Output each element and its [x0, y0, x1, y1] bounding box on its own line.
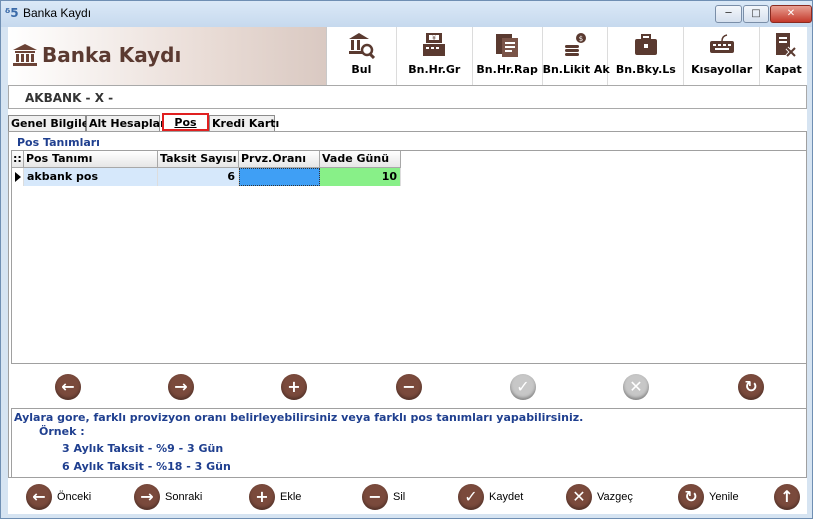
row-indicator — [12, 168, 24, 186]
info-line-2: Örnek : — [39, 425, 85, 438]
title-bar[interactable]: ᵟ5 Banka Kaydı ─ □ ✕ — [1, 1, 812, 27]
info-box: Aylara gore, farklı provizyon oranı beli… — [11, 408, 807, 478]
cell-pos-tanimi[interactable]: akbank pos — [24, 168, 158, 186]
bn-bky-ls-button[interactable]: Bn.Bky.Ls — [608, 27, 685, 85]
pos-panel: Pos Tanımları :: Pos Tanımı Taksit Sayıs… — [8, 131, 807, 514]
briefcase-icon — [634, 34, 657, 55]
arrow-right-icon: → — [134, 484, 160, 510]
bn-hr-rap-button[interactable]: Bn.Hr.Rap — [473, 27, 543, 85]
minimize-button[interactable]: ─ — [715, 5, 742, 23]
tab-label: Genel Bilgiler — [11, 117, 95, 130]
button-label: Vazgeç — [597, 491, 633, 503]
grid-delete-button[interactable]: − — [396, 374, 422, 400]
bottom-action-bar: ← Önceki → Sonraki + Ekle − Sil ✓ Kaydet… — [8, 477, 807, 514]
column-header-prvz-orani[interactable]: Prvz.Oranı — [239, 151, 320, 168]
grid-indicator-header: :: — [12, 151, 24, 168]
close-window-button[interactable]: ✕ — [770, 5, 812, 23]
app-window: ᵟ5 Banka Kaydı ─ □ ✕ Banka Kaydı Bul ¥ B… — [0, 0, 813, 519]
toolbar: Bul ¥ Bn.Hr.Gr Bn.Hr.Rap $ Bn.Likit Ak B… — [326, 27, 807, 85]
coins-icon: $ — [564, 33, 586, 56]
column-header-vade-gunu[interactable]: Vade Günü — [320, 151, 401, 168]
toolbar-label: Kapat — [765, 63, 802, 76]
maximize-button[interactable]: □ — [743, 5, 769, 23]
tab-label: Pos — [174, 116, 197, 129]
toolbar-label: Bn.Bky.Ls — [615, 63, 676, 76]
grid-cancel-button[interactable]: ✕ — [623, 374, 649, 400]
grid-add-button[interactable]: + — [281, 374, 307, 400]
plus-icon: + — [249, 484, 275, 510]
grid-refresh-button[interactable]: ↻ — [738, 374, 764, 400]
tab-label: Alt Hesaplar — [89, 117, 166, 130]
grid-prev-button[interactable]: ← — [55, 374, 81, 400]
button-label: Ekle — [280, 491, 302, 503]
search-icon — [349, 33, 376, 59]
close-document-icon — [775, 33, 796, 58]
grid-next-button[interactable]: → — [168, 374, 194, 400]
client-area: Banka Kaydı Bul ¥ Bn.Hr.Gr Bn.Hr.Rap $ B… — [8, 27, 807, 514]
info-line-4: 6 Aylık Taksit - %18 - 3 Gün — [62, 460, 231, 473]
tab-alt-hesaplar[interactable]: Alt Hesaplar — [86, 115, 166, 131]
window-title: Banka Kaydı — [23, 6, 92, 20]
grid-confirm-button[interactable]: ✓ — [510, 374, 536, 400]
kapat-button[interactable]: Kapat — [760, 27, 807, 85]
toolbar-label: Bn.Hr.Gr — [408, 63, 461, 76]
tab-pos[interactable]: Pos — [162, 113, 209, 131]
check-icon: ✓ — [458, 484, 484, 510]
bank-icon — [13, 44, 37, 66]
search-button[interactable]: Bul — [327, 27, 397, 85]
pos-group-title: Pos Tanımları — [17, 136, 100, 149]
table-row[interactable]: akbank pos 6 10 — [12, 168, 401, 186]
cancel-icon: ✕ — [566, 484, 592, 510]
arrow-up-icon: ↑ — [774, 484, 800, 510]
pos-grid[interactable]: :: Pos Tanımı Taksit Sayısı Prvz.Oranı V… — [11, 150, 807, 364]
report-icon — [496, 34, 519, 57]
column-header-taksit-sayisi[interactable]: Taksit Sayısı — [158, 151, 239, 168]
arrow-left-icon: ← — [26, 484, 52, 510]
cash-register-icon: ¥ — [423, 33, 446, 56]
toolbar-label: Kısayollar — [691, 63, 753, 76]
header-band: Banka Kaydı Bul ¥ Bn.Hr.Gr Bn.Hr.Rap $ B… — [8, 27, 807, 85]
tab-kredi-karti[interactable]: Kredi Kartı — [209, 115, 279, 131]
button-label: Kaydet — [489, 491, 524, 503]
keyboard-icon — [709, 34, 734, 53]
app-logo-icon: ᵟ5 — [5, 6, 19, 20]
toolbar-label: Bn.Hr.Rap — [476, 63, 538, 76]
cell-vade-gunu[interactable]: 10 — [320, 168, 401, 186]
tab-label: Kredi Kartı — [212, 117, 280, 130]
record-bar: AKBANK - X - — [8, 85, 807, 109]
grid-header: :: Pos Tanımı Taksit Sayısı Prvz.Oranı V… — [12, 151, 401, 168]
toolbar-label: Bul — [351, 63, 372, 76]
button-label: Yenile — [709, 491, 739, 503]
info-line-3: 3 Aylık Taksit - %9 - 3 Gün — [62, 442, 224, 455]
column-header-pos-tanimi[interactable]: Pos Tanımı — [24, 151, 158, 168]
info-line-1: Aylara gore, farklı provizyon oranı beli… — [14, 411, 584, 424]
refresh-icon: ↻ — [678, 484, 704, 510]
header-title: Banka Kaydı — [42, 43, 182, 67]
button-label: Sil — [393, 491, 406, 503]
grid-navigator: ← → + − ✓ ✕ ↻ — [11, 370, 807, 404]
record-title: AKBANK - X - — [25, 91, 114, 105]
bn-likit-ak-button[interactable]: $ Bn.Likit Ak — [542, 27, 610, 85]
cell-prvz-orani[interactable] — [239, 168, 320, 186]
svg-text:¥: ¥ — [432, 35, 436, 42]
kisayollar-button[interactable]: Kısayollar — [684, 27, 761, 85]
button-label: Sonraki — [165, 491, 203, 503]
toolbar-label: Bn.Likit Ak — [542, 63, 610, 76]
tab-genel-bilgiler[interactable]: Genel Bilgiler — [8, 115, 95, 131]
svg-text:$: $ — [579, 35, 583, 43]
cell-taksit-sayisi[interactable]: 6 — [158, 168, 239, 186]
bn-hr-gr-button[interactable]: ¥ Bn.Hr.Gr — [397, 27, 473, 85]
button-label: Önceki — [57, 491, 92, 503]
minus-icon: − — [362, 484, 388, 510]
